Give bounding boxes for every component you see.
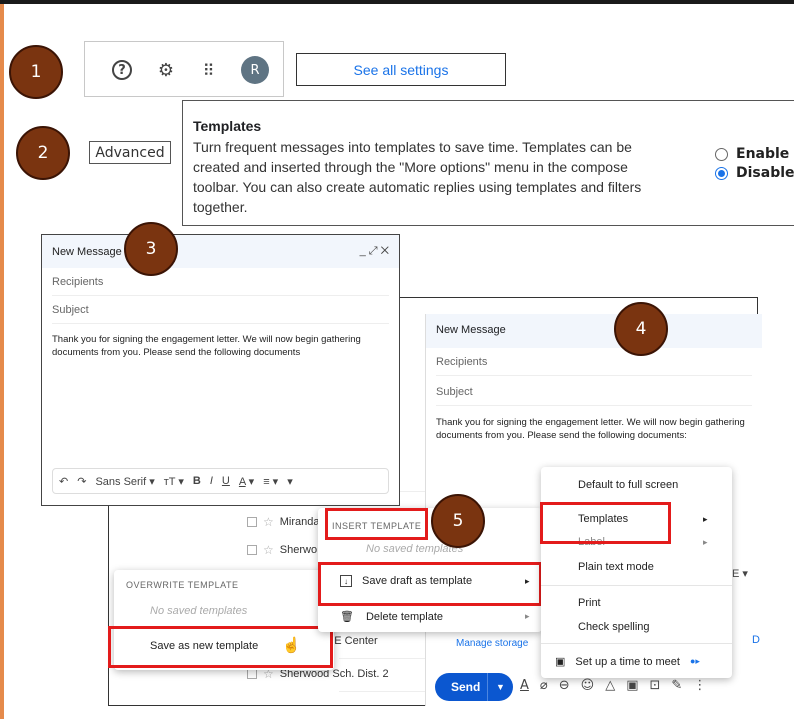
step-4-marker: 4 bbox=[614, 302, 668, 356]
row-checkbox[interactable] bbox=[247, 669, 257, 679]
menu-divider bbox=[541, 585, 732, 586]
italic-button[interactable]: I bbox=[210, 475, 213, 487]
help-icon[interactable]: ? bbox=[111, 59, 133, 81]
highlight-save-draft bbox=[318, 562, 542, 606]
emoji-icon[interactable]: ☺ bbox=[581, 678, 595, 693]
partial-menu-glyph: E ▾ bbox=[732, 568, 748, 580]
compose-title: New Message bbox=[436, 324, 506, 336]
meeting-label: Set up a time to meet bbox=[575, 655, 680, 668]
row-sender: Sherwo bbox=[279, 544, 318, 556]
submenu-arrow-icon: ▸ bbox=[703, 536, 708, 547]
step-3-marker: 3 bbox=[124, 222, 178, 276]
send-button[interactable]: Send ▼ bbox=[435, 673, 513, 701]
disable-option[interactable]: Disable bbox=[715, 165, 794, 181]
subject-placeholder: Subject bbox=[436, 385, 473, 398]
row-checkbox[interactable] bbox=[247, 517, 257, 527]
submenu-arrow-icon: ▸ bbox=[525, 611, 530, 621]
undo-icon[interactable]: ↶ bbox=[59, 475, 68, 488]
more-format-icon[interactable]: ▾ bbox=[287, 475, 293, 488]
trash-icon: 🗑 bbox=[340, 611, 354, 623]
templates-description: Turn frequent messages into templates to… bbox=[193, 139, 642, 215]
drive-icon[interactable]: △ bbox=[605, 678, 615, 693]
recipients-field[interactable]: Recipients bbox=[52, 268, 389, 296]
manage-storage-link[interactable]: Manage storage bbox=[456, 638, 528, 649]
step-2-marker: 2 bbox=[16, 126, 70, 180]
text-size-button[interactable]: тT ▾ bbox=[164, 475, 184, 488]
menu-divider bbox=[541, 643, 732, 644]
send-label: Send bbox=[451, 680, 481, 694]
compose-header: New Message bbox=[426, 314, 762, 348]
submenu-arrow-icon: ▸ bbox=[703, 513, 708, 524]
window-controls[interactable]: _ ⤢ ✕ bbox=[360, 245, 389, 258]
more-options-menu: Default to full screen Templates ▸ Label… bbox=[541, 467, 732, 678]
more-options-icon[interactable]: ⋮ bbox=[693, 678, 706, 693]
redo-icon[interactable]: ↷ bbox=[77, 475, 86, 488]
apps-grid-icon[interactable]: ⠿ bbox=[197, 59, 219, 81]
photo-icon[interactable]: ▣ bbox=[626, 678, 638, 693]
compose-bottom-toolbar: A ⌀ ⊖ ☺ △ ▣ ⊡ ✎ ⋮ bbox=[520, 678, 706, 693]
list-item[interactable]: ☆ Sherwo bbox=[247, 543, 317, 557]
row-sender: Miranda bbox=[279, 516, 320, 528]
left-accent-bar bbox=[0, 4, 4, 719]
enable-label: Enable bbox=[736, 146, 790, 162]
recipients-placeholder: Recipients bbox=[52, 275, 104, 288]
star-icon[interactable]: ☆ bbox=[263, 543, 274, 557]
formatting-icon[interactable]: A bbox=[520, 678, 529, 693]
compose-header: New Message _ ⤢ ✕ bbox=[42, 235, 399, 268]
star-icon[interactable]: ☆ bbox=[263, 515, 274, 529]
account-avatar[interactable]: R bbox=[241, 56, 269, 84]
recipients-field[interactable]: Recipients bbox=[436, 348, 752, 376]
step-1-marker: 1 bbox=[9, 45, 63, 99]
compose-window: New Message _ ⤢ ✕ Recipients Subject Tha… bbox=[41, 234, 400, 506]
delete-template-label: Delete template bbox=[365, 610, 444, 623]
calendar-icon: ▣ bbox=[555, 656, 566, 668]
meeting-options-icon: ●▸ bbox=[689, 656, 700, 666]
text-color-button[interactable]: A ▾ bbox=[239, 475, 254, 488]
menu-set-up-meeting[interactable]: ▣ Set up a time to meet ●▸ bbox=[555, 655, 732, 669]
advanced-tab[interactable]: Advanced bbox=[89, 141, 171, 164]
disable-label: Disable bbox=[736, 165, 794, 181]
gear-icon[interactable]: ⚙ bbox=[155, 59, 177, 81]
compose-body[interactable]: Thank you for signing the engagement let… bbox=[52, 333, 389, 359]
templates-setting-panel: Templates Turn frequent messages into te… bbox=[182, 100, 794, 226]
header-icon-bar: ? ⚙ ⠿ R bbox=[84, 41, 284, 97]
highlight-save-new bbox=[108, 626, 333, 668]
top-border bbox=[0, 0, 794, 4]
subject-placeholder: Subject bbox=[52, 303, 89, 316]
list-item[interactable]: ☆ Miranda bbox=[247, 515, 320, 529]
link-icon[interactable]: ⊖ bbox=[559, 678, 570, 693]
format-toolbar: ↶ ↷ Sans Serif ▾ тT ▾ B I U A ▾ ≡ ▾ ▾ bbox=[52, 468, 389, 494]
highlight-templates bbox=[540, 502, 671, 544]
delete-template[interactable]: 🗑 Delete template ▸ bbox=[340, 610, 542, 624]
step-5-marker: 5 bbox=[431, 494, 485, 548]
menu-plain-text[interactable]: Plain text mode bbox=[578, 561, 732, 573]
align-icon[interactable]: ≡ ▾ bbox=[263, 475, 278, 488]
partial-link[interactable]: D bbox=[752, 634, 760, 646]
underline-button[interactable]: U bbox=[222, 475, 230, 487]
menu-print[interactable]: Print bbox=[578, 597, 732, 609]
subject-field[interactable]: Subject bbox=[436, 378, 752, 406]
highlight-insert-template bbox=[325, 508, 428, 540]
templates-title: Templates bbox=[193, 118, 262, 134]
overwrite-header: OVERWRITE TEMPLATE bbox=[126, 580, 239, 590]
menu-check-spelling[interactable]: Check spelling bbox=[578, 621, 732, 633]
enable-option[interactable]: Enable bbox=[715, 146, 789, 162]
font-select[interactable]: Sans Serif ▾ bbox=[95, 475, 154, 488]
bold-button[interactable]: B bbox=[193, 475, 201, 487]
disable-radio[interactable] bbox=[715, 166, 728, 180]
lock-icon[interactable]: ⊡ bbox=[650, 678, 661, 693]
subject-field[interactable]: Subject bbox=[52, 296, 389, 324]
menu-default-full-screen[interactable]: Default to full screen bbox=[578, 479, 732, 491]
overwrite-empty: No saved templates bbox=[150, 605, 248, 617]
recipients-placeholder: Recipients bbox=[436, 355, 488, 368]
enable-radio[interactable] bbox=[715, 147, 728, 161]
compose-title: New Message bbox=[52, 246, 122, 258]
send-options-icon[interactable]: ▼ bbox=[487, 673, 513, 701]
signature-icon[interactable]: ✎ bbox=[671, 678, 682, 693]
see-all-settings-button[interactable]: See all settings bbox=[296, 53, 506, 86]
compose-body[interactable]: Thank you for signing the engagement let… bbox=[436, 416, 752, 442]
attach-icon[interactable]: ⌀ bbox=[540, 678, 548, 693]
row-checkbox[interactable] bbox=[247, 545, 257, 555]
